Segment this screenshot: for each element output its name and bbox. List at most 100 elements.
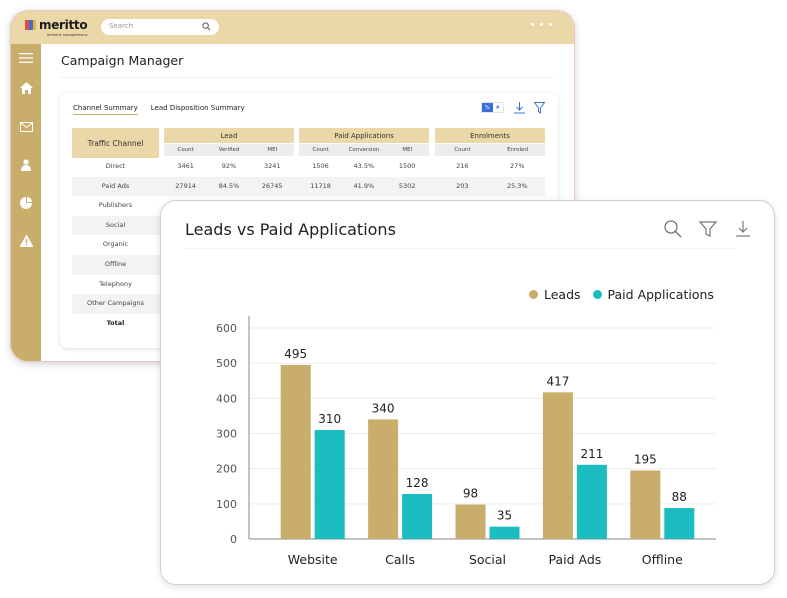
data-label: 211 [580, 447, 603, 461]
divider [185, 248, 734, 249]
paid-cell: 1500 [398, 162, 416, 170]
more-options-icon[interactable] [531, 23, 552, 26]
x-tick-label: Social [469, 552, 506, 567]
mail-icon[interactable] [18, 119, 34, 135]
download-icon[interactable] [733, 219, 753, 239]
y-tick-label: 400 [216, 392, 237, 405]
paid-applications-group-header: Paid Applications Count Conversion MEI [299, 128, 429, 156]
group-title: Paid Applications [299, 128, 429, 143]
chart-title: Leads vs Paid Applications [185, 220, 396, 239]
summary-tabs: Channel Summary Lead Disposition Summary [73, 104, 245, 115]
download-icon[interactable] [514, 102, 525, 114]
search-placeholder: Search [109, 22, 134, 30]
legend-label: Leads [544, 287, 581, 302]
pie-chart-icon[interactable] [18, 195, 34, 211]
bar-paid-applications [314, 429, 345, 539]
bar-leads [280, 364, 311, 539]
enrol-cell: 216 [456, 162, 469, 170]
legend-item-leads[interactable]: Leads [529, 287, 581, 302]
paid-cell: 5302 [398, 181, 416, 190]
y-tick-label: 500 [216, 357, 237, 370]
data-label: 35 [497, 509, 512, 523]
toggle-count[interactable]: # [492, 103, 503, 112]
page-title: Campaign Manager [61, 53, 184, 68]
bar-paid-applications [664, 508, 695, 539]
bar-leads [630, 470, 661, 539]
sidebar [11, 44, 41, 361]
lead-cell: 27914 [175, 181, 196, 190]
x-tick-label: Website [288, 552, 338, 567]
lead-cell: 92% [221, 162, 237, 170]
menu-icon[interactable] [18, 50, 34, 66]
column-header: MEI [402, 147, 413, 153]
y-tick-label: 100 [216, 498, 237, 511]
column-header: Conversion [348, 147, 380, 153]
column-header: Count [312, 147, 329, 153]
top-bar: meritto formerly nopaperforms Search [11, 11, 574, 44]
user-icon[interactable] [18, 157, 34, 173]
filter-icon[interactable] [534, 102, 545, 114]
column-header: Enroled [507, 147, 528, 153]
column-header: Count [177, 147, 194, 153]
home-icon[interactable] [18, 80, 34, 96]
data-label: 417 [546, 374, 569, 388]
data-label: 128 [406, 476, 429, 490]
table-row[interactable]: Direct 3461 92% 3241 1506 43.5% 1500 216 27% [72, 157, 545, 177]
y-tick-label: 200 [216, 463, 237, 476]
channel-cell: Direct [105, 162, 126, 170]
bar-leads [368, 419, 399, 539]
legend-swatch-leads [529, 290, 538, 299]
channel-cell: Organic [102, 240, 129, 249]
divider [61, 77, 554, 78]
tab-lead-disposition-summary[interactable]: Lead Disposition Summary [151, 104, 245, 115]
legend-item-paid-applications[interactable]: Paid Applications [592, 287, 714, 302]
legend-label: Paid Applications [607, 287, 714, 302]
bar-paid-applications [402, 493, 433, 539]
data-label: 195 [634, 452, 657, 466]
data-label: 310 [318, 412, 341, 426]
filter-icon[interactable] [698, 219, 718, 239]
group-title: Enrolments [435, 128, 545, 143]
logo: meritto formerly nopaperforms [25, 18, 88, 37]
paid-cell: 1506 [312, 162, 329, 170]
percent-count-toggle[interactable]: % # [481, 102, 504, 113]
y-tick-label: 0 [230, 533, 237, 546]
y-tick-label: 600 [216, 322, 237, 335]
column-header: Count [454, 147, 471, 153]
lead-cell: 3241 [263, 162, 281, 170]
search-icon[interactable] [663, 219, 683, 239]
data-label: 88 [672, 490, 687, 504]
bar-paid-applications [489, 526, 520, 539]
data-label: 340 [372, 401, 395, 415]
channel-cell: Telephony [99, 279, 132, 288]
tab-channel-summary[interactable]: Channel Summary [73, 104, 138, 115]
x-tick-label: Calls [385, 552, 415, 567]
enrol-cell: 203 [456, 181, 469, 190]
channel-cell: Publishers [98, 201, 133, 210]
logo-mark-icon [25, 20, 37, 30]
toggle-percent[interactable]: % [482, 103, 493, 112]
bar-leads [455, 504, 486, 539]
bar-leads [542, 392, 573, 539]
logo-text: meritto [39, 18, 88, 32]
lead-group-header: Lead Count Verified MEI [164, 128, 294, 156]
enrol-cell: 27% [510, 162, 525, 170]
channel-cell: Total [106, 318, 125, 327]
logo-subtext: formerly nopaperforms [47, 33, 88, 37]
group-title: Lead [164, 128, 294, 143]
search-icon [202, 22, 211, 31]
lead-cell: 26745 [261, 181, 283, 190]
x-tick-label: Offline [642, 552, 683, 567]
alert-icon[interactable] [18, 233, 34, 249]
channel-cell: Paid Ads [101, 181, 130, 190]
legend-swatch-paid-applications [592, 290, 602, 299]
paid-cell: 11718 [310, 181, 331, 190]
x-tick-label: Paid Ads [549, 552, 602, 567]
chart-legend: Leads Paid Applications [529, 287, 714, 302]
search-input[interactable]: Search [101, 19, 219, 35]
table-row[interactable]: Paid Ads 27914 84.5% 26745 11718 41.9% 5302 203… [72, 176, 545, 197]
chart-panel: 0 100 200 300 400 500 600 495 310 Website 340 128 Ca… [160, 200, 775, 585]
channel-cell: Social [105, 220, 126, 229]
lead-cell: 84.5% [218, 181, 240, 190]
enrolments-group-header: Enrolments Count Enroled [435, 128, 545, 156]
